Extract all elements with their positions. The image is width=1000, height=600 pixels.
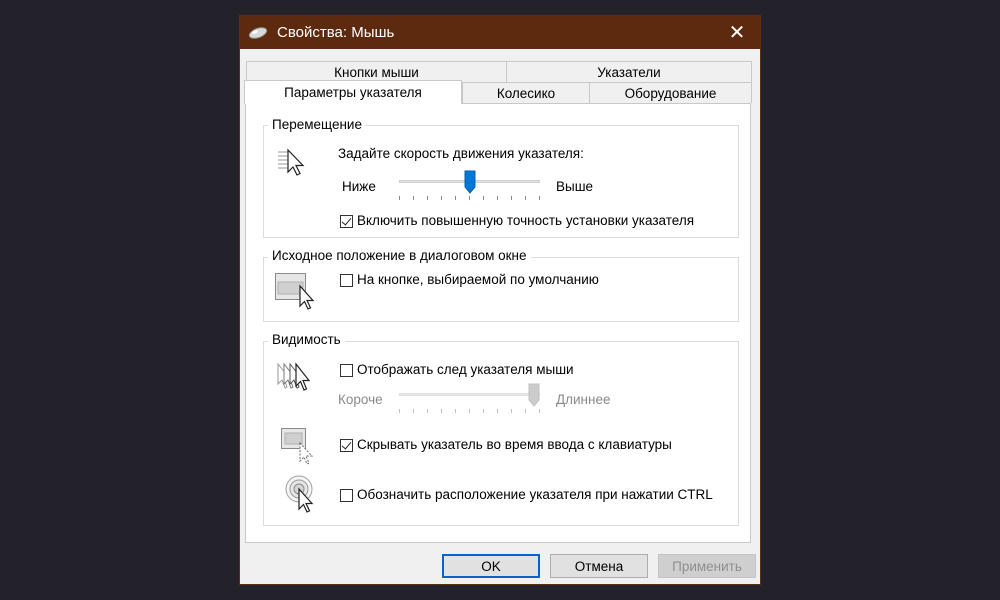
mouse-icon — [248, 26, 268, 39]
snap-to-group-title: Исходное положение в диалоговом окне — [268, 248, 531, 263]
mouse-properties-window: Свойства: Мышь ✕ Кнопки мыши Указатели П… — [239, 15, 761, 585]
slider-tick — [413, 409, 414, 413]
pointer-trails-checkbox[interactable] — [340, 364, 353, 377]
pointer-trails-label[interactable]: Отображать след указателя мыши — [357, 362, 574, 377]
slider-tick — [427, 409, 428, 413]
slider-tick — [539, 196, 540, 200]
slider-tick — [399, 196, 400, 200]
trail-length-slider[interactable] — [399, 383, 540, 413]
speed-fast-label: Выше — [556, 179, 594, 194]
window-title: Свойства: Мышь — [277, 24, 395, 41]
slider-tick — [441, 409, 442, 413]
slider-tick — [511, 196, 512, 200]
speed-prompt-label: Задайте скорость движения указателя: — [338, 146, 584, 161]
visibility-group-title: Видимость — [268, 332, 345, 347]
ctrl-locate-checkbox[interactable] — [340, 489, 353, 502]
tab-pointer-options[interactable]: Параметры указателя — [244, 80, 462, 104]
slider-tick — [427, 196, 428, 200]
slider-tick — [539, 409, 540, 413]
ok-button[interactable]: OK — [442, 554, 540, 578]
hide-pointer-label[interactable]: Скрывать указатель во время ввода с клав… — [357, 437, 672, 452]
slider-tick — [497, 196, 498, 200]
slider-tick — [525, 196, 526, 200]
tab-mouse-buttons[interactable]: Кнопки мыши — [246, 61, 507, 82]
slider-tick — [525, 409, 526, 413]
apply-button[interactable]: Применить — [658, 554, 756, 578]
hide-pointer-icon — [281, 428, 314, 465]
ctrl-locate-icon — [285, 475, 314, 513]
slider-thumb[interactable] — [464, 170, 476, 194]
snap-to-default-checkbox[interactable] — [340, 274, 353, 287]
enhance-precision-checkbox[interactable] — [340, 215, 353, 228]
snap-to-icon — [275, 273, 315, 310]
pointer-speed-icon — [278, 148, 305, 176]
slider-tick — [497, 409, 498, 413]
slider-thumb[interactable] — [528, 383, 540, 407]
snap-to-group — [263, 257, 739, 322]
ctrl-locate-label[interactable]: Обозначить расположение указателя при на… — [357, 487, 713, 502]
hide-pointer-checkbox[interactable] — [340, 439, 353, 452]
enhance-precision-label[interactable]: Включить повышенную точность установки у… — [357, 213, 694, 228]
slider-track — [399, 393, 540, 396]
slider-tick — [441, 196, 442, 200]
slider-tick — [469, 196, 470, 200]
slider-tick — [413, 196, 414, 200]
trails-long-label: Длиннее — [556, 392, 611, 407]
motion-group-title: Перемещение — [268, 117, 366, 132]
tab-wheel[interactable]: Колесико — [462, 82, 590, 103]
speed-slow-label: Ниже — [342, 179, 376, 194]
tab-pointers[interactable]: Указатели — [506, 61, 752, 82]
slider-tick — [469, 409, 470, 413]
slider-tick — [455, 196, 456, 200]
slider-tick — [511, 409, 512, 413]
close-icon[interactable]: ✕ — [714, 16, 760, 49]
snap-to-default-label[interactable]: На кнопке, выбираемой по умолчанию — [357, 272, 599, 287]
slider-tick — [455, 409, 456, 413]
title-bar[interactable]: Свойства: Мышь ✕ — [240, 16, 760, 49]
tab-hardware[interactable]: Оборудование — [589, 82, 752, 103]
slider-tick — [399, 409, 400, 413]
trails-short-label: Короче — [338, 392, 383, 407]
cancel-button[interactable]: Отмена — [550, 554, 648, 578]
slider-tick — [483, 409, 484, 413]
slider-tick — [483, 196, 484, 200]
tab-panel-pointer-options: Перемещение Задайте скорость движения ук… — [245, 103, 751, 543]
pointer-speed-slider[interactable] — [399, 170, 540, 200]
pointer-trails-icon — [277, 362, 311, 391]
